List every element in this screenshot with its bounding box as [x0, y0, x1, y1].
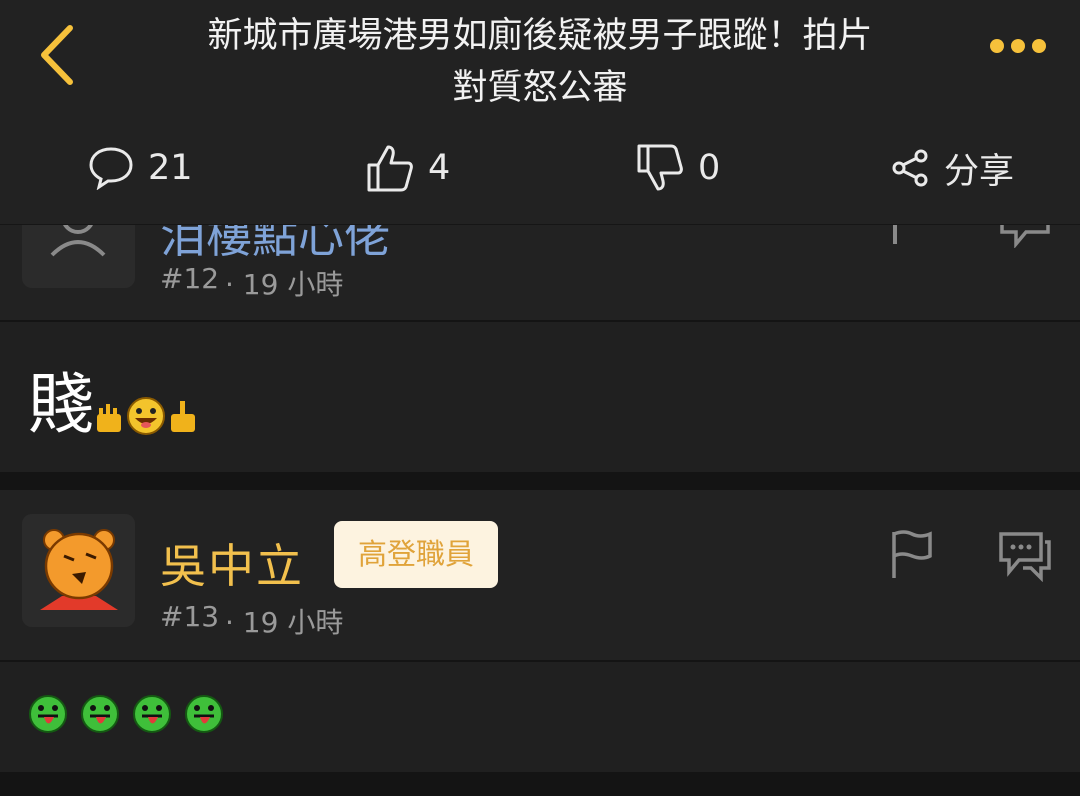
reply-chat-icon[interactable]: [997, 530, 1053, 582]
like-button[interactable]: 4: [366, 138, 450, 198]
comment-icon: [89, 147, 133, 190]
share-button[interactable]: 分享: [890, 138, 1014, 198]
tongue-emoji: [81, 695, 119, 733]
avatar[interactable]: [22, 514, 135, 627]
post-number: #13: [160, 600, 220, 633]
thumb-up-icon: [367, 145, 413, 192]
bear-avatar: [22, 514, 135, 627]
post-header-13: 吳中立 高登職員 #13 · 19 小時: [0, 490, 1080, 660]
post-number: #12: [160, 262, 220, 295]
post-text: 賤: [28, 366, 94, 443]
tongue-emoji: [185, 695, 223, 733]
tongue-emoji: [29, 695, 67, 733]
dislike-button[interactable]: 0: [636, 138, 720, 198]
more-dots-icon[interactable]: [990, 38, 1060, 68]
post-body-12: 賤: [0, 322, 1080, 472]
back-chevron-icon[interactable]: [30, 20, 90, 90]
post-time: · 19 小時: [225, 606, 344, 639]
thread-header: 新城市廣場港男如廁後疑被男子跟蹤！拍片 對質怒公審 21 4 0 分享: [0, 0, 1080, 225]
thumb-down-icon: [637, 144, 683, 191]
post-gap: [0, 772, 1080, 796]
thread-title: 新城市廣場港男如廁後疑被男子跟蹤！拍片 對質怒公審: [207, 16, 873, 108]
staff-badge: 高登職員: [334, 521, 499, 588]
flag-icon[interactable]: [890, 530, 934, 580]
hand-emoji: [97, 404, 121, 432]
grin-emoji: [127, 397, 165, 435]
post-body-13: [0, 662, 1080, 772]
username[interactable]: 吳中立: [160, 530, 304, 596]
post-time: · 19 小時: [225, 268, 344, 301]
comments-count[interactable]: 21: [88, 138, 193, 198]
tongue-emoji: [133, 695, 171, 733]
post-gap: [0, 472, 1080, 490]
hand-emoji: [171, 401, 195, 432]
share-icon: [892, 149, 928, 187]
